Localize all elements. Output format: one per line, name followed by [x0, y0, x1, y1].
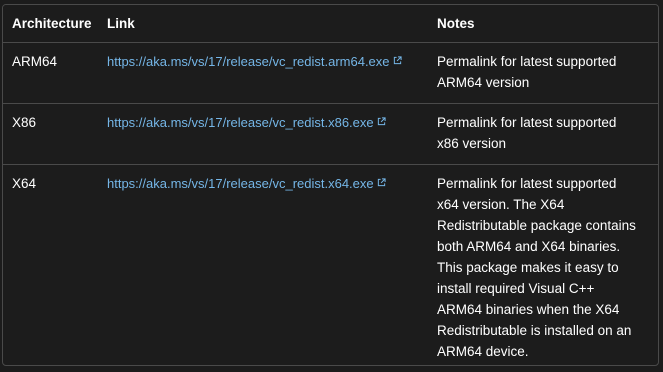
- architecture-cell: X64: [12, 176, 37, 191]
- download-link-text: https://aka.ms/vs/17/release/vc_redist.a…: [107, 54, 390, 69]
- architecture-cell: ARM64: [3, 42, 98, 104]
- table-body: ARM64 https://aka.ms/vs/17/release/vc_re…: [3, 42, 658, 366]
- table-row-arm64: ARM64 https://aka.ms/vs/17/release/vc_re…: [3, 42, 658, 104]
- external-link-icon: [377, 178, 386, 187]
- link-cell: https://aka.ms/vs/17/release/vc_redist.x…: [98, 165, 428, 366]
- link-cell: https://aka.ms/vs/17/release/vc_redist.a…: [98, 42, 428, 104]
- redistributable-table-container: Architecture Link Notes ARM64 https://ak…: [2, 4, 659, 366]
- column-header-link: Link: [98, 5, 428, 43]
- link-cell: https://aka.ms/vs/17/release/vc_redist.x…: [98, 103, 428, 165]
- table-row-x86: X86 https://aka.ms/vs/17/release/vc_redi…: [3, 103, 658, 165]
- table-header: Architecture Link Notes: [3, 5, 658, 43]
- download-link-x64[interactable]: https://aka.ms/vs/17/release/vc_redist.x…: [107, 176, 386, 191]
- column-header-architecture: Architecture: [3, 5, 98, 43]
- notes-text: Permalink for latest supported x86 versi…: [437, 115, 617, 151]
- notes-cell: Permalink for latest supported x64 versi…: [428, 165, 658, 366]
- notes-text: Permalink for latest supported x64 versi…: [437, 176, 636, 359]
- notes-cell: Permalink for latest supported x86 versi…: [428, 103, 658, 165]
- notes-cell: Permalink for latest supported ARM64 ver…: [428, 42, 658, 104]
- download-link-text: https://aka.ms/vs/17/release/vc_redist.x…: [107, 115, 374, 130]
- external-link-icon: [377, 117, 386, 126]
- architecture-cell: X86: [3, 103, 98, 165]
- table-header-row: Architecture Link Notes: [3, 5, 658, 43]
- external-link-icon: [393, 56, 402, 65]
- redistributable-table: Architecture Link Notes ARM64 https://ak…: [3, 5, 658, 366]
- notes-text: Permalink for latest supported ARM64 ver…: [437, 54, 617, 90]
- download-link-arm64[interactable]: https://aka.ms/vs/17/release/vc_redist.a…: [107, 54, 402, 69]
- download-link-x86[interactable]: https://aka.ms/vs/17/release/vc_redist.x…: [107, 115, 386, 130]
- download-link-text: https://aka.ms/vs/17/release/vc_redist.x…: [107, 176, 374, 191]
- column-header-notes: Notes: [428, 5, 658, 43]
- table-row-x64: X64 https://aka.ms/vs/17/release/vc_redi…: [3, 165, 658, 366]
